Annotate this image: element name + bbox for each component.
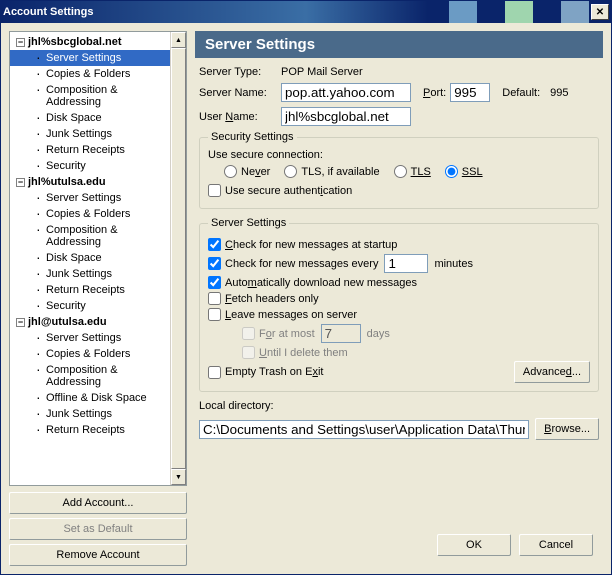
until-delete: Until I delete them xyxy=(242,346,348,359)
for-at-most: For at most xyxy=(242,327,315,340)
tree-item[interactable]: Return Receipts xyxy=(10,142,170,158)
check-every[interactable]: Check for new messages every xyxy=(208,257,378,270)
add-account-button[interactable]: Add Account... xyxy=(9,492,187,514)
cancel-button[interactable]: Cancel xyxy=(519,534,593,556)
tree-item[interactable]: Security xyxy=(10,298,170,314)
user-name-label: User Name: xyxy=(199,111,277,123)
scroll-up-button[interactable]: ▲ xyxy=(171,32,186,48)
tree-account[interactable]: −jhl%sbcglobal.net xyxy=(10,34,170,50)
tree-item[interactable]: Junk Settings xyxy=(10,406,170,422)
scroll-thumb[interactable] xyxy=(171,48,186,469)
minutes-label: minutes xyxy=(434,258,473,270)
tree-scrollbar[interactable]: ▲ ▼ xyxy=(170,32,186,485)
empty-trash[interactable]: Empty Trash on Exit xyxy=(208,366,323,379)
port-default-value: 995 xyxy=(550,87,568,99)
radio-tls-available[interactable]: TLS, if available xyxy=(284,165,379,178)
security-settings-group: Security Settings Use secure connection:… xyxy=(199,131,599,209)
account-tree[interactable]: −jhl%sbcglobal.netServer SettingsCopies … xyxy=(9,31,187,486)
tree-item[interactable]: Return Receipts xyxy=(10,422,170,438)
titlebar: Account Settings ✕ xyxy=(1,1,611,23)
remove-account-button[interactable]: Remove Account xyxy=(9,544,187,566)
tree-item[interactable]: Composition & Addressing xyxy=(10,362,170,390)
auto-download[interactable]: Automatically download new messages xyxy=(208,276,417,289)
tree-item[interactable]: Copies & Folders xyxy=(10,206,170,222)
radio-never[interactable]: Never xyxy=(224,165,270,178)
tree-item[interactable]: Return Receipts xyxy=(10,282,170,298)
tree-item[interactable]: Junk Settings xyxy=(10,266,170,282)
use-secure-label: Use secure connection: xyxy=(208,149,590,161)
port-label: Port: xyxy=(423,87,446,99)
port-input[interactable] xyxy=(450,83,490,102)
account-settings-dialog: Account Settings ✕ −jhl%sbcglobal.netSer… xyxy=(0,0,612,575)
fetch-headers[interactable]: Fetch headers only xyxy=(208,292,319,305)
tree-item[interactable]: Junk Settings xyxy=(10,126,170,142)
tree-item[interactable]: Composition & Addressing xyxy=(10,222,170,250)
advanced-button[interactable]: Advanced... xyxy=(514,361,590,383)
server-settings-legend: Server Settings xyxy=(208,217,289,229)
titlebar-decoration xyxy=(449,1,589,23)
tree-item[interactable]: Server Settings xyxy=(10,190,170,206)
leave-on-server[interactable]: Leave messages on server xyxy=(208,308,357,321)
tree-item[interactable]: Server Settings xyxy=(10,50,170,66)
browse-button[interactable]: Browse... xyxy=(535,418,599,440)
tree-account[interactable]: −jhl%utulsa.edu xyxy=(10,174,170,190)
server-type-value: POP Mail Server xyxy=(281,66,363,78)
radio-ssl[interactable]: SSL xyxy=(445,165,483,178)
tree-account[interactable]: −jhl@utulsa.edu xyxy=(10,314,170,330)
left-panel: −jhl%sbcglobal.netServer SettingsCopies … xyxy=(9,31,187,566)
server-type-label: Server Type: xyxy=(199,66,277,78)
right-panel: Server Settings Server Type: POP Mail Se… xyxy=(195,31,603,566)
panel-header: Server Settings xyxy=(195,31,603,58)
window-title: Account Settings xyxy=(3,6,93,18)
tree-item[interactable]: Security xyxy=(10,158,170,174)
tree-item[interactable]: Server Settings xyxy=(10,330,170,346)
port-default-label: Default: xyxy=(502,87,540,99)
server-settings-group: Server Settings Check for new messages a… xyxy=(199,217,599,392)
tree-item[interactable]: Composition & Addressing xyxy=(10,82,170,110)
check-interval-input[interactable] xyxy=(384,254,428,273)
set-default-button[interactable]: Set as Default xyxy=(9,518,187,540)
local-directory-input[interactable] xyxy=(199,420,529,439)
tree-item[interactable]: Copies & Folders xyxy=(10,66,170,82)
collapse-icon[interactable]: − xyxy=(16,178,25,187)
server-name-label: Server Name: xyxy=(199,87,277,99)
local-directory-label: Local directory: xyxy=(199,400,599,412)
tree-item[interactable]: Disk Space xyxy=(10,110,170,126)
secure-auth-checkbox[interactable]: Use secure authentication xyxy=(208,184,352,197)
tree-item[interactable]: Disk Space xyxy=(10,250,170,266)
collapse-icon[interactable]: − xyxy=(16,318,25,327)
tree-item[interactable]: Offline & Disk Space xyxy=(10,390,170,406)
check-startup[interactable]: Check for new messages at startup xyxy=(208,238,397,251)
scroll-down-button[interactable]: ▼ xyxy=(171,469,186,485)
tree-item[interactable]: Copies & Folders xyxy=(10,346,170,362)
days-input xyxy=(321,324,361,343)
ok-button[interactable]: OK xyxy=(437,534,511,556)
days-label: days xyxy=(367,328,390,340)
radio-tls[interactable]: TLS xyxy=(394,165,431,178)
security-legend: Security Settings xyxy=(208,131,297,143)
user-name-input[interactable] xyxy=(281,107,411,126)
close-button[interactable]: ✕ xyxy=(591,4,609,20)
collapse-icon[interactable]: − xyxy=(16,38,25,47)
server-name-input[interactable] xyxy=(281,83,411,102)
